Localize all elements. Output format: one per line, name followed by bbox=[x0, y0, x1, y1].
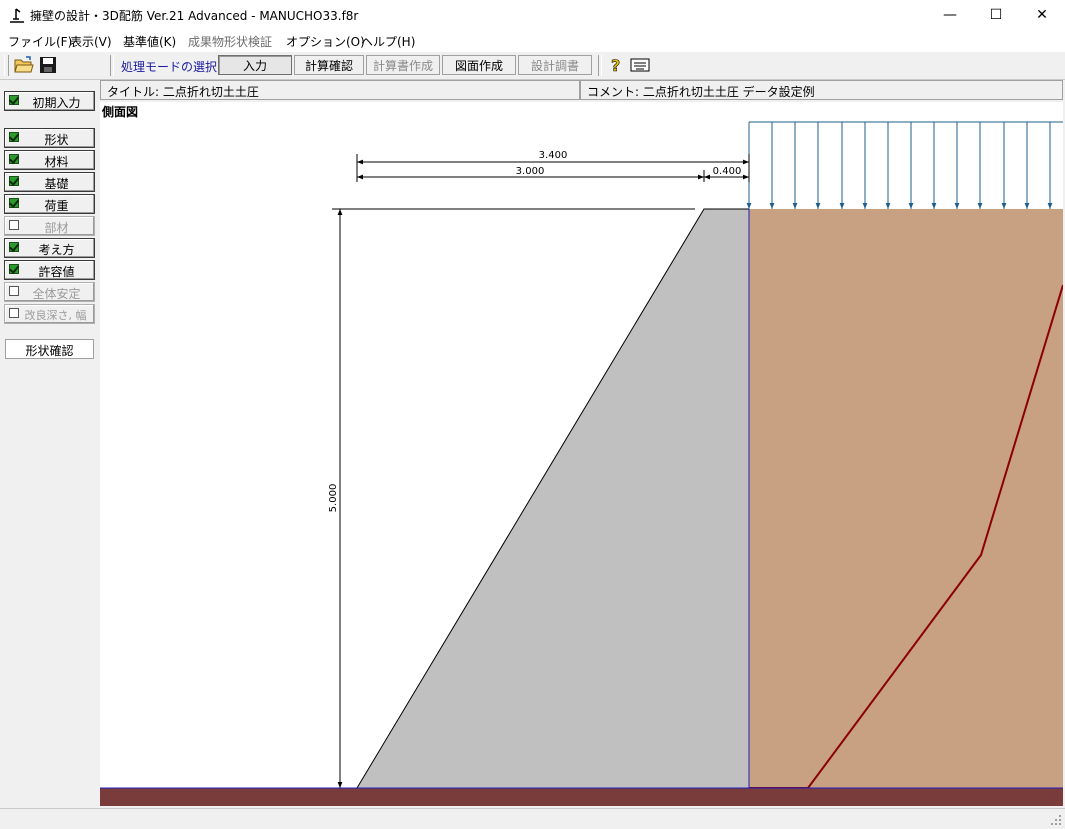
sidebar-item-member[interactable]: 部材 bbox=[4, 216, 95, 236]
toolbar-separator bbox=[110, 55, 114, 76]
drawing-canvas: 3.400 3.000 0.400 5.000 側面図 bbox=[100, 102, 1063, 806]
checkbox-empty-icon bbox=[9, 286, 19, 296]
toolbar-grip bbox=[4, 55, 9, 76]
open-folder-icon[interactable] bbox=[14, 56, 34, 74]
mode-drawing-button[interactable]: 図面作成 bbox=[442, 55, 516, 75]
sidebar-item-allowable[interactable]: 許容値 bbox=[4, 260, 95, 280]
sidebar-item-overall-stability[interactable]: 全体安定 bbox=[4, 282, 95, 302]
mode-design-record-button[interactable]: 設計調書 bbox=[518, 55, 592, 75]
dim-total-width: 3.400 bbox=[539, 150, 568, 161]
menu-standard-values[interactable]: 基準値(K) bbox=[123, 33, 176, 50]
app-icon bbox=[10, 8, 24, 23]
menu-help[interactable]: ヘルプ(H) bbox=[361, 33, 415, 50]
sidebar-item-shape[interactable]: 形状 bbox=[4, 128, 95, 148]
title-bar: 擁壁の設計・3D配筋 Ver.21 Advanced - MANUCHO33.f… bbox=[0, 0, 1065, 30]
mode-report-button[interactable]: 計算書作成 bbox=[366, 55, 440, 75]
svg-text:?: ? bbox=[611, 56, 620, 74]
checkbox-empty-icon bbox=[9, 308, 19, 318]
status-bar bbox=[0, 808, 1065, 829]
minimize-button[interactable]: — bbox=[927, 0, 973, 30]
sidebar-item-material[interactable]: 材料 bbox=[4, 150, 95, 170]
sidebar-item-foundation[interactable]: 基礎 bbox=[4, 172, 95, 192]
dim-height: 5.000 bbox=[328, 484, 339, 513]
check-icon bbox=[9, 198, 19, 208]
menu-view[interactable]: 表示(V) bbox=[70, 33, 112, 50]
save-disk-icon[interactable] bbox=[39, 56, 57, 74]
resize-grip-icon[interactable] bbox=[1050, 814, 1062, 826]
dim-top-width: 0.400 bbox=[713, 166, 742, 177]
sidebar-item-load[interactable]: 荷重 bbox=[4, 194, 95, 214]
title-field: タイトル: 二点折れ切土土圧 bbox=[100, 80, 580, 100]
menu-deliverable-check[interactable]: 成果物形状検証 bbox=[188, 33, 272, 50]
maximize-button[interactable]: ☐ bbox=[973, 0, 1019, 30]
mode-select-label: 処理モードの選択 bbox=[121, 60, 218, 74]
dim-slope-width: 3.000 bbox=[516, 166, 545, 177]
check-icon bbox=[9, 176, 19, 186]
help-question-icon[interactable]: ? bbox=[607, 56, 625, 74]
toolbar-separator bbox=[598, 55, 602, 76]
retaining-wall bbox=[357, 209, 749, 788]
sidebar-item-improvement-depth[interactable]: 改良深さ, 幅 bbox=[4, 304, 95, 324]
shape-check-button[interactable]: 形状確認 bbox=[5, 339, 94, 359]
window-title: 擁壁の設計・3D配筋 Ver.21 Advanced - MANUCHO33.f… bbox=[30, 9, 359, 23]
check-icon bbox=[9, 242, 19, 252]
menu-options[interactable]: オプション(O) bbox=[286, 33, 365, 50]
checkbox-empty-icon bbox=[9, 220, 19, 230]
keyboard-icon[interactable] bbox=[630, 58, 650, 72]
check-icon bbox=[9, 95, 19, 105]
mode-input-button[interactable]: 入力 bbox=[218, 55, 292, 75]
check-icon bbox=[9, 154, 19, 164]
sidebar-item-approach[interactable]: 考え方 bbox=[4, 238, 95, 258]
close-button[interactable]: ✕ bbox=[1019, 0, 1065, 30]
check-icon bbox=[9, 264, 19, 274]
comment-field: コメント: 二点折れ切土土圧 データ設定例 bbox=[580, 80, 1063, 100]
side-view-drawing: 3.400 3.000 0.400 5.000 bbox=[100, 121, 1063, 806]
backfill-soil bbox=[749, 209, 1063, 788]
mode-calc-check-button[interactable]: 計算確認 bbox=[294, 55, 364, 75]
view-label: 側面図 bbox=[102, 105, 139, 119]
check-icon bbox=[9, 132, 19, 142]
surcharge-load-arrows bbox=[746, 121, 1063, 209]
initial-input-button[interactable]: 初期入力 bbox=[4, 91, 95, 111]
menu-file[interactable]: ファイル(F) bbox=[8, 33, 72, 50]
ground-layer bbox=[100, 788, 1063, 806]
